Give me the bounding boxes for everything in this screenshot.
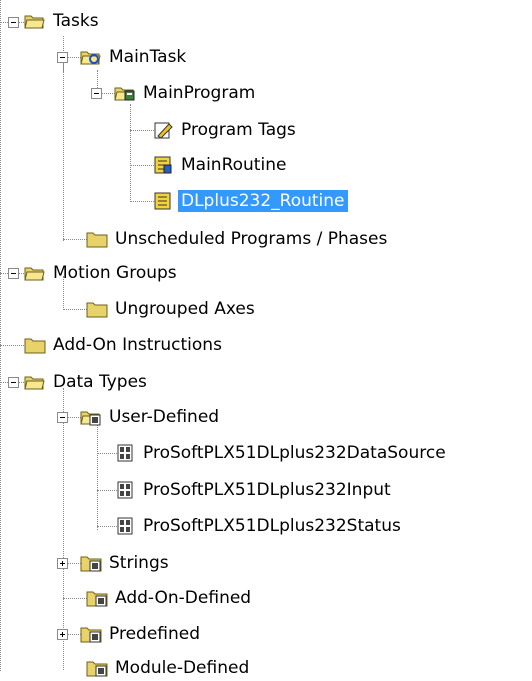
program-tags-icon [154, 122, 173, 139]
collapse-maintask-toggle[interactable] [57, 52, 68, 63]
tree-item-module-defined[interactable]: Module-Defined [86, 655, 252, 681]
datatype-folder-icon [86, 591, 108, 607]
tree-item-label: Strings [109, 553, 169, 573]
tree-item-dlplus-routine[interactable]: DLplus232_Routine [152, 188, 348, 214]
tree-item-maintask[interactable]: MainTask [80, 44, 189, 70]
tree-item-label: Data Types [53, 372, 147, 392]
datatype-folder-icon [80, 627, 102, 643]
tree-line [63, 239, 87, 240]
tree-item-udt-status[interactable]: ProSoftPLX51DLplus232Status [114, 513, 404, 539]
tree-item-motion-groups[interactable]: Motion Groups [24, 260, 180, 286]
tree-item-label: Add-On-Defined [115, 588, 252, 608]
tree-line [0, 0, 1, 671]
collapse-data-types-toggle[interactable] [8, 377, 19, 388]
tree-item-add-on-defined[interactable]: Add-On-Defined [86, 585, 254, 611]
tree-item-user-defined[interactable]: User-Defined [80, 404, 222, 430]
tree-item-label: Motion Groups [53, 263, 177, 283]
tree-item-mainprogram[interactable]: MainProgram [114, 80, 258, 106]
tree-line [63, 388, 64, 670]
folder-open-icon [24, 376, 45, 390]
tree-item-data-types[interactable]: Data Types [24, 369, 150, 395]
tree-item-program-tags[interactable]: Program Tags [152, 117, 299, 143]
collapse-motion-groups-toggle[interactable] [8, 268, 19, 279]
tree-line [63, 598, 87, 599]
tree-item-label: Unscheduled Programs / Phases [115, 229, 388, 249]
tree-item-label: MainTask [109, 47, 187, 67]
tree-line [130, 130, 154, 131]
tree-line [0, 345, 24, 346]
tree-item-strings[interactable]: Strings [80, 550, 172, 576]
datatype-folder-icon [80, 411, 101, 426]
tree-line [97, 422, 98, 530]
collapse-user-defined-toggle[interactable] [57, 412, 68, 423]
routine-icon [154, 156, 172, 174]
expand-predefined-toggle[interactable] [57, 629, 68, 640]
folder-open-icon [24, 267, 45, 281]
tree-item-label: DLplus232_Routine [178, 190, 348, 212]
tree-item-label: Add-On Instructions [53, 335, 222, 355]
datatype-icon [117, 444, 133, 462]
expand-strings-toggle[interactable] [57, 558, 68, 569]
tree-line [130, 104, 131, 202]
tree-item-label: MainProgram [143, 83, 256, 103]
collapse-tasks-toggle[interactable] [8, 17, 19, 28]
datatype-folder-icon [86, 661, 108, 677]
tree-item-predefined[interactable]: Predefined [80, 621, 203, 647]
tree-item-label: Ungrouped Axes [115, 299, 255, 319]
tree-item-label: ProSoftPLX51DLplus232DataSource [143, 443, 446, 463]
tree-line [63, 36, 64, 241]
tree-item-add-on-instructions[interactable]: Add-On Instructions [24, 332, 225, 358]
tree-item-label: MainRoutine [181, 155, 287, 175]
tree-item-label: Program Tags [181, 120, 296, 140]
routine-icon [154, 192, 171, 210]
tree-item-label: User-Defined [109, 407, 220, 427]
controller-organizer-tree: Tasks MainTask MainProgram Program Tags [0, 0, 532, 678]
tree-item-label: Module-Defined [115, 658, 250, 678]
tree-item-label: ProSoftPLX51DLplus232Status [143, 516, 401, 536]
folder-open-icon [24, 15, 45, 29]
tree-item-mainroutine[interactable]: MainRoutine [152, 152, 289, 178]
tree-item-tasks[interactable]: Tasks [24, 8, 102, 34]
tree-line [130, 201, 154, 202]
datatype-icon [117, 517, 133, 535]
tree-item-label: Predefined [109, 624, 201, 644]
tree-line [130, 165, 154, 166]
task-folder-icon [80, 51, 101, 65]
folder-icon [86, 232, 108, 248]
tree-item-udt-input[interactable]: ProSoftPLX51DLplus232Input [114, 477, 394, 503]
folder-icon [86, 302, 108, 318]
folder-icon [24, 338, 46, 354]
tree-item-unscheduled[interactable]: Unscheduled Programs / Phases [86, 226, 390, 252]
tree-line [63, 309, 87, 310]
tree-item-ungrouped-axes[interactable]: Ungrouped Axes [86, 296, 258, 322]
datatype-icon [117, 481, 133, 499]
datatype-folder-icon [80, 556, 102, 572]
program-folder-icon [114, 87, 135, 101]
tree-item-udt-datasource[interactable]: ProSoftPLX51DLplus232DataSource [114, 440, 449, 466]
tree-item-label: Tasks [53, 11, 99, 31]
tree-item-label: ProSoftPLX51DLplus232Input [143, 480, 391, 500]
collapse-mainprogram-toggle[interactable] [91, 88, 102, 99]
